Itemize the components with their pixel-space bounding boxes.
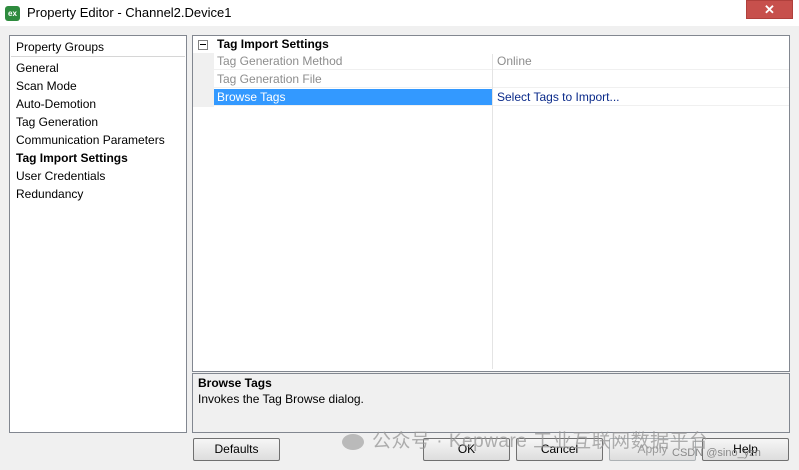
title-bar: ex Property Editor - Channel2.Device1 ✕ bbox=[0, 0, 799, 26]
browse-tags-link[interactable]: Select Tags to Import... bbox=[493, 89, 789, 106]
row-margin bbox=[193, 89, 214, 107]
row-margin bbox=[193, 71, 214, 89]
property-name: Tag Generation File bbox=[214, 71, 492, 88]
wechat-icon bbox=[342, 433, 364, 450]
description-text: Invokes the Tag Browse dialog. bbox=[198, 392, 364, 406]
window-title: Property Editor - Channel2.Device1 bbox=[27, 5, 232, 20]
property-groups-list: General Scan Mode Auto-Demotion Tag Gene… bbox=[10, 59, 186, 203]
property-row-tag-generation-method[interactable]: Tag Generation Method Online bbox=[193, 53, 789, 71]
property-groups-panel: Property Groups General Scan Mode Auto-D… bbox=[9, 35, 187, 433]
property-value bbox=[493, 71, 789, 88]
app-icon: ex bbox=[5, 6, 20, 21]
property-groups-header: Property Groups bbox=[11, 37, 185, 57]
watermark-credit: CSDN @sino_yzn bbox=[672, 447, 761, 459]
property-row-browse-tags[interactable]: Browse Tags Select Tags to Import... bbox=[193, 89, 789, 107]
description-panel: Browse Tags Invokes the Tag Browse dialo… bbox=[192, 373, 790, 433]
property-grid: Tag Import Settings Tag Generation Metho… bbox=[192, 35, 790, 372]
property-category-row[interactable]: Tag Import Settings bbox=[193, 36, 789, 53]
row-margin bbox=[193, 53, 214, 71]
watermark-text: 公众号 · Kepware 工业互联网数据平台 bbox=[372, 431, 709, 452]
property-name[interactable]: Browse Tags bbox=[214, 89, 492, 106]
group-item-scan-mode[interactable]: Scan Mode bbox=[10, 77, 186, 95]
group-item-tag-import-settings[interactable]: Tag Import Settings bbox=[10, 149, 186, 167]
group-item-auto-demotion[interactable]: Auto-Demotion bbox=[10, 95, 186, 113]
group-item-communication-parameters[interactable]: Communication Parameters bbox=[10, 131, 186, 149]
group-item-user-credentials[interactable]: User Credentials bbox=[10, 167, 186, 185]
property-name: Tag Generation Method bbox=[214, 53, 492, 70]
property-value: Online bbox=[493, 53, 789, 70]
defaults-button[interactable]: Defaults bbox=[193, 438, 280, 461]
property-category-label: Tag Import Settings bbox=[217, 37, 329, 51]
column-divider[interactable] bbox=[492, 54, 493, 369]
close-button[interactable]: ✕ bbox=[746, 0, 793, 19]
group-item-tag-generation[interactable]: Tag Generation bbox=[10, 113, 186, 131]
property-row-tag-generation-file[interactable]: Tag Generation File bbox=[193, 71, 789, 89]
group-item-redundancy[interactable]: Redundancy bbox=[10, 185, 186, 203]
collapse-minus-icon[interactable] bbox=[198, 40, 208, 50]
group-item-general[interactable]: General bbox=[10, 59, 186, 77]
watermark: 公众号 · Kepware 工业互联网数据平台 bbox=[342, 426, 709, 453]
description-title: Browse Tags bbox=[198, 376, 272, 390]
